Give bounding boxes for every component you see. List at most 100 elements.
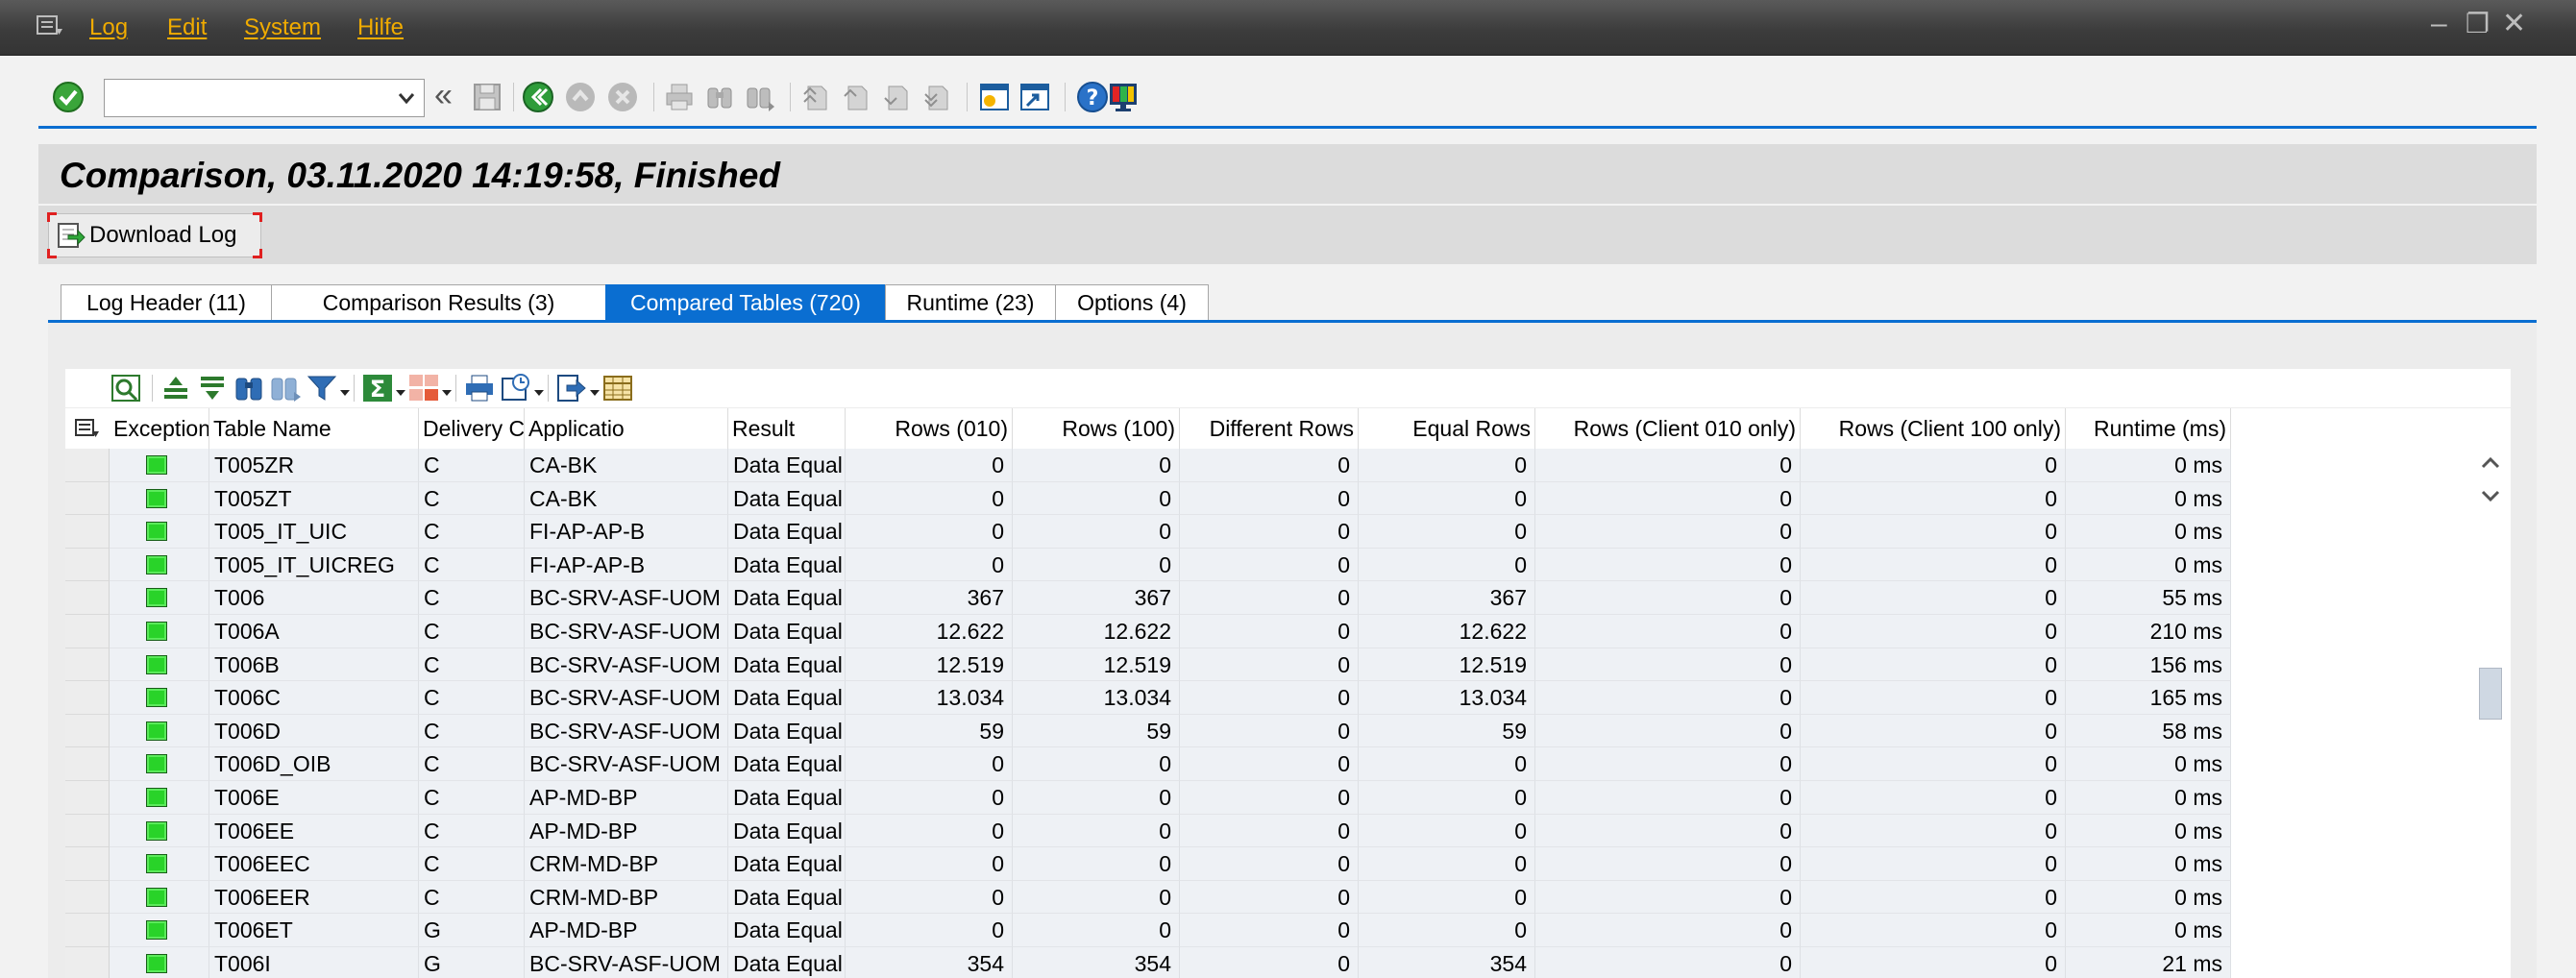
- cell-application[interactable]: FI-AP-AP-B: [525, 548, 728, 582]
- shortcut-icon[interactable]: [1018, 81, 1051, 113]
- exit-icon[interactable]: [564, 81, 597, 113]
- cell-application[interactable]: FI-AP-AP-B: [525, 515, 728, 549]
- column-header-application[interactable]: Applicatio: [525, 408, 728, 449]
- cell-application[interactable]: CA-BK: [525, 449, 728, 482]
- cell-result[interactable]: Data Equal: [728, 847, 846, 881]
- cell-table-name[interactable]: T005_IT_UIC: [209, 515, 419, 549]
- cell-delivery-class[interactable]: C: [419, 548, 525, 582]
- table-row[interactable]: T006 C BC-SRV-ASF-UOM Data Equal 367 367 0 367 0…: [65, 581, 2511, 615]
- cell-application[interactable]: BC-SRV-ASF-UOM: [525, 581, 728, 615]
- cell-application[interactable]: CRM-MD-BP: [525, 847, 728, 881]
- download-log-button[interactable]: Download Log: [47, 212, 262, 258]
- cell-rows-100[interactable]: 12.519: [1013, 648, 1180, 682]
- cell-result[interactable]: Data Equal: [728, 947, 846, 978]
- cell-delivery-class[interactable]: C: [419, 581, 525, 615]
- tab-comparison-results[interactable]: Comparison Results (3): [271, 284, 606, 321]
- menu-icon[interactable]: [37, 15, 63, 37]
- cell-rows-100[interactable]: 59: [1013, 714, 1180, 748]
- cell-runtime[interactable]: 0 ms: [2066, 548, 2231, 582]
- subtotals-icon[interactable]: [407, 373, 440, 403]
- cell-result[interactable]: Data Equal: [728, 880, 846, 915]
- cell-rows-010[interactable]: 354: [846, 947, 1013, 978]
- cell-delivery-class[interactable]: C: [419, 681, 525, 715]
- cell-application[interactable]: CRM-MD-BP: [525, 880, 728, 915]
- cell-delivery-class[interactable]: C: [419, 714, 525, 748]
- cell-exception[interactable]: [110, 947, 209, 978]
- cell-exception[interactable]: [110, 449, 209, 482]
- cell-runtime[interactable]: 0 ms: [2066, 449, 2231, 482]
- cell-exception[interactable]: [110, 714, 209, 748]
- command-input[interactable]: [105, 80, 383, 114]
- cell-rows-010[interactable]: 0: [846, 481, 1013, 516]
- cell-delivery-class[interactable]: C: [419, 847, 525, 881]
- prev-page-icon[interactable]: [840, 81, 872, 113]
- views-dropdown-icon[interactable]: [534, 390, 544, 396]
- maximize-button[interactable]: ❐: [2466, 10, 2490, 38]
- cell-result[interactable]: Data Equal: [728, 548, 846, 582]
- row-selector[interactable]: [65, 449, 110, 482]
- table-row[interactable]: T006C C BC-SRV-ASF-UOM Data Equal 13.034 13.0…: [65, 681, 2511, 715]
- cell-rows-010[interactable]: 0: [846, 548, 1013, 582]
- cell-rows-100[interactable]: 0: [1013, 880, 1180, 915]
- cell-rows-100[interactable]: 0: [1013, 548, 1180, 582]
- cell-runtime[interactable]: 55 ms: [2066, 581, 2231, 615]
- cell-rows-010[interactable]: 0: [846, 515, 1013, 549]
- cell-rows-client-100-only[interactable]: 0: [1801, 515, 2066, 549]
- cell-rows-client-100-only[interactable]: 0: [1801, 681, 2066, 715]
- cell-runtime[interactable]: 0 ms: [2066, 515, 2231, 549]
- table-row[interactable]: T006EER C CRM-MD-BP Data Equal 0 0 0 0 0 0 0 ms: [65, 880, 2511, 915]
- cell-table-name[interactable]: T006EE: [209, 814, 419, 848]
- tab-runtime[interactable]: Runtime (23): [885, 284, 1056, 321]
- table-row[interactable]: T005_IT_UIC C FI-AP-AP-B Data Equal 0 0 0 0 0 0 0 …: [65, 515, 2511, 549]
- cell-rows-client-100-only[interactable]: 0: [1801, 880, 2066, 915]
- table-row[interactable]: T005_IT_UICREG C FI-AP-AP-B Data Equal 0 0 0 0 0…: [65, 548, 2511, 582]
- cell-result[interactable]: Data Equal: [728, 914, 846, 947]
- cell-exception[interactable]: [110, 515, 209, 549]
- cell-rows-100[interactable]: 13.034: [1013, 681, 1180, 715]
- cell-table-name[interactable]: T005ZR: [209, 449, 419, 482]
- cell-equal-rows[interactable]: 12.519: [1359, 648, 1535, 682]
- cell-rows-client-100-only[interactable]: 0: [1801, 914, 2066, 947]
- column-header-rows-client-010-only[interactable]: Rows (Client 010 only): [1535, 408, 1801, 449]
- cell-table-name[interactable]: T006B: [209, 648, 419, 682]
- column-header-exception[interactable]: Exception: [110, 408, 209, 449]
- cell-delivery-class[interactable]: C: [419, 814, 525, 848]
- cell-runtime[interactable]: 156 ms: [2066, 648, 2231, 682]
- select-layout-icon[interactable]: [75, 418, 100, 439]
- cell-different-rows[interactable]: 0: [1180, 914, 1359, 947]
- cell-rows-client-010-only[interactable]: 0: [1535, 681, 1801, 715]
- cell-rows-100[interactable]: 0: [1013, 814, 1180, 848]
- row-selector[interactable]: [65, 880, 110, 915]
- cell-rows-client-010-only[interactable]: 0: [1535, 581, 1801, 615]
- table-row[interactable]: T006D_OIB C BC-SRV-ASF-UOM Data Equal 0 0 0 0 0 0…: [65, 747, 2511, 781]
- cell-rows-client-010-only[interactable]: 0: [1535, 847, 1801, 881]
- print-icon[interactable]: [663, 81, 696, 113]
- column-header-rows-100[interactable]: Rows (100): [1013, 408, 1180, 449]
- cell-application[interactable]: CA-BK: [525, 481, 728, 516]
- cell-table-name[interactable]: T006I: [209, 947, 419, 978]
- column-header-delivery-class[interactable]: Delivery C: [419, 408, 525, 449]
- row-selector[interactable]: [65, 781, 110, 815]
- cell-runtime[interactable]: 0 ms: [2066, 747, 2231, 781]
- cell-rows-010[interactable]: 367: [846, 581, 1013, 615]
- cell-application[interactable]: BC-SRV-ASF-UOM: [525, 615, 728, 648]
- cell-rows-010[interactable]: 12.622: [846, 615, 1013, 648]
- column-header-different-rows[interactable]: Different Rows: [1180, 408, 1359, 449]
- cell-exception[interactable]: [110, 747, 209, 781]
- cell-different-rows[interactable]: 0: [1180, 615, 1359, 648]
- cell-runtime[interactable]: 165 ms: [2066, 681, 2231, 715]
- cell-exception[interactable]: [110, 648, 209, 682]
- cell-different-rows[interactable]: 0: [1180, 581, 1359, 615]
- tab-log-header[interactable]: Log Header (11): [61, 284, 272, 321]
- check-icon[interactable]: [52, 81, 85, 113]
- filter-dropdown-icon[interactable]: [340, 390, 350, 396]
- cell-different-rows[interactable]: 0: [1180, 515, 1359, 549]
- cell-delivery-class[interactable]: G: [419, 914, 525, 947]
- cell-rows-client-100-only[interactable]: 0: [1801, 714, 2066, 748]
- cell-different-rows[interactable]: 0: [1180, 814, 1359, 848]
- cell-result[interactable]: Data Equal: [728, 515, 846, 549]
- cell-result[interactable]: Data Equal: [728, 648, 846, 682]
- cell-rows-010[interactable]: 0: [846, 814, 1013, 848]
- cell-application[interactable]: BC-SRV-ASF-UOM: [525, 648, 728, 682]
- table-row[interactable]: T006I G BC-SRV-ASF-UOM Data Equal 354 354 0 354…: [65, 947, 2511, 978]
